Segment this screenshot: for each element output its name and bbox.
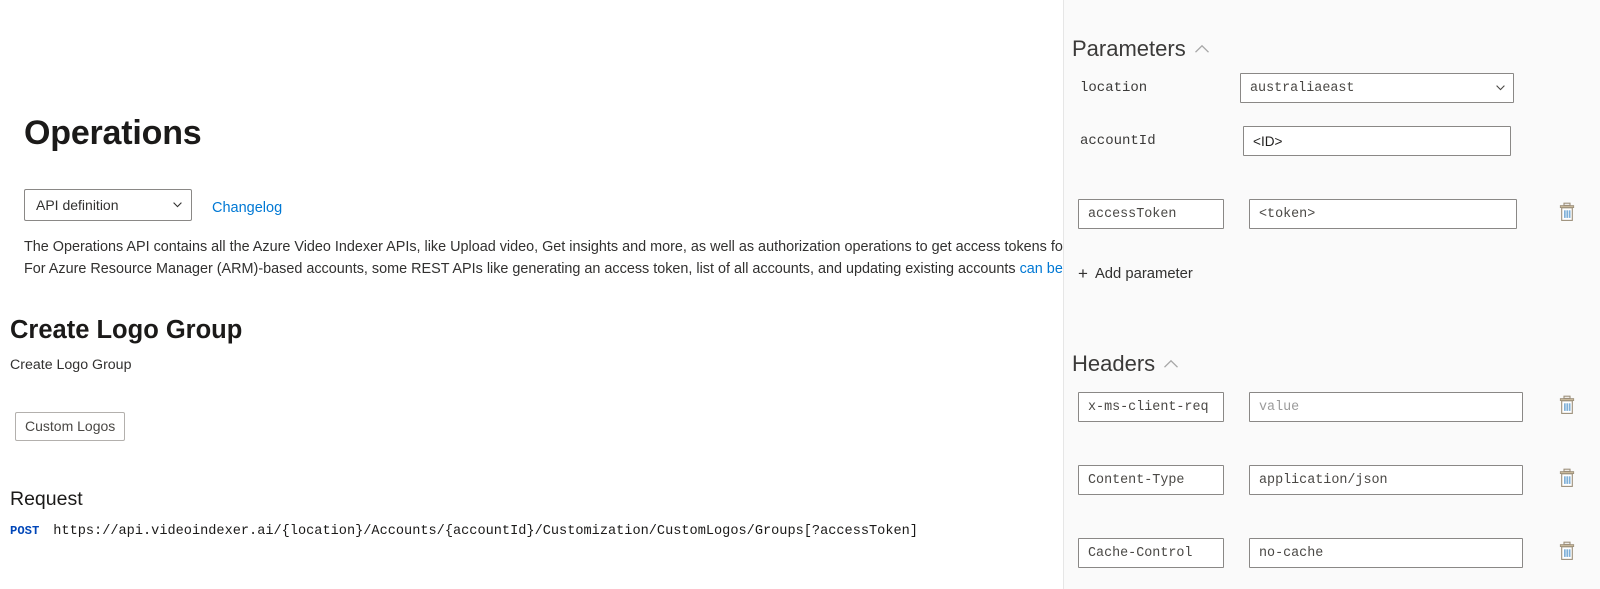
request-url-text: https://api.videoindexer.ai/{location}/A… <box>53 524 918 539</box>
parameter-accesstoken-value-input[interactable] <box>1249 199 1517 229</box>
api-definition-row: API definition Changelog <box>24 189 282 221</box>
chevron-up-icon <box>1164 359 1179 368</box>
changelog-link[interactable]: Changelog <box>212 200 282 216</box>
parameter-location-select[interactable]: australiaeast <box>1240 73 1514 103</box>
header-key-input-3[interactable] <box>1078 538 1224 568</box>
parameter-label-accountid: accountId <box>1080 133 1156 149</box>
header-key-input-2[interactable] <box>1078 465 1224 495</box>
header-row-2 <box>1078 465 1600 495</box>
add-parameter-button[interactable]: + Add parameter <box>1078 264 1193 283</box>
header-key-input-1[interactable] <box>1078 392 1224 422</box>
request-method-label: POST <box>10 524 40 538</box>
parameter-label-location: location <box>1080 80 1148 96</box>
app-root: Operations API definition Changelog The … <box>0 0 1600 589</box>
headers-heading-label: Headers <box>1072 351 1156 376</box>
parameter-accountid-input[interactable] <box>1243 126 1511 156</box>
add-parameter-label: Add parameter <box>1094 266 1193 282</box>
chevron-up-icon <box>1194 44 1209 53</box>
trash-icon <box>1559 468 1575 487</box>
parameter-accesstoken-delete-button[interactable] <box>1558 202 1576 227</box>
parameter-row-accesstoken <box>1078 199 1600 229</box>
parameters-section-header[interactable]: Parameters <box>1072 36 1210 62</box>
parameter-accesstoken-key-input[interactable] <box>1078 199 1224 229</box>
intro-line-2-text: For Azure Resource Manager (ARM)-based a… <box>24 261 1020 277</box>
header-delete-button-1[interactable] <box>1558 395 1576 420</box>
header-delete-button-3[interactable] <box>1558 541 1576 566</box>
intro-line-1: The Operations API contains all the Azur… <box>24 239 1063 255</box>
trash-icon <box>1559 202 1575 221</box>
header-delete-button-2[interactable] <box>1558 468 1576 493</box>
operation-description: Create Logo Group <box>10 357 132 373</box>
request-line: POST https://api.videoindexer.ai/{locatio… <box>10 524 918 539</box>
plus-icon: + <box>1078 264 1088 283</box>
api-definition-select[interactable]: API definition <box>24 189 192 221</box>
parameter-row-accountid: accountId <box>1080 126 1590 156</box>
trash-icon <box>1559 395 1575 414</box>
api-console-panel: Parameters location australiaeast accoun… <box>1063 0 1600 589</box>
page-title: Operations <box>24 114 202 152</box>
header-value-input-2[interactable] <box>1249 465 1523 495</box>
parameters-heading-label: Parameters <box>1072 36 1186 61</box>
request-heading: Request <box>10 488 83 510</box>
api-definition-select-wrap: API definition <box>24 189 192 221</box>
operation-tag-badge[interactable]: Custom Logos <box>15 412 126 441</box>
intro-paragraph: The Operations API contains all the Azur… <box>24 236 1063 280</box>
headers-section-header[interactable]: Headers <box>1072 351 1179 377</box>
header-row-1 <box>1078 392 1600 422</box>
operation-title: Create Logo Group <box>10 316 243 344</box>
header-row-3 <box>1078 538 1600 568</box>
documentation-content: Operations API definition Changelog The … <box>0 0 1063 589</box>
intro-line-2: For Azure Resource Manager (ARM)-based a… <box>24 258 1063 280</box>
trash-icon <box>1559 541 1575 560</box>
parameter-row-location: location australiaeast <box>1080 73 1590 103</box>
can-be-found-link[interactable]: can be found <box>1020 261 1063 277</box>
header-value-input-1[interactable] <box>1249 392 1523 422</box>
header-value-input-3[interactable] <box>1249 538 1523 568</box>
parameter-location-select-wrap: australiaeast <box>1240 73 1514 103</box>
